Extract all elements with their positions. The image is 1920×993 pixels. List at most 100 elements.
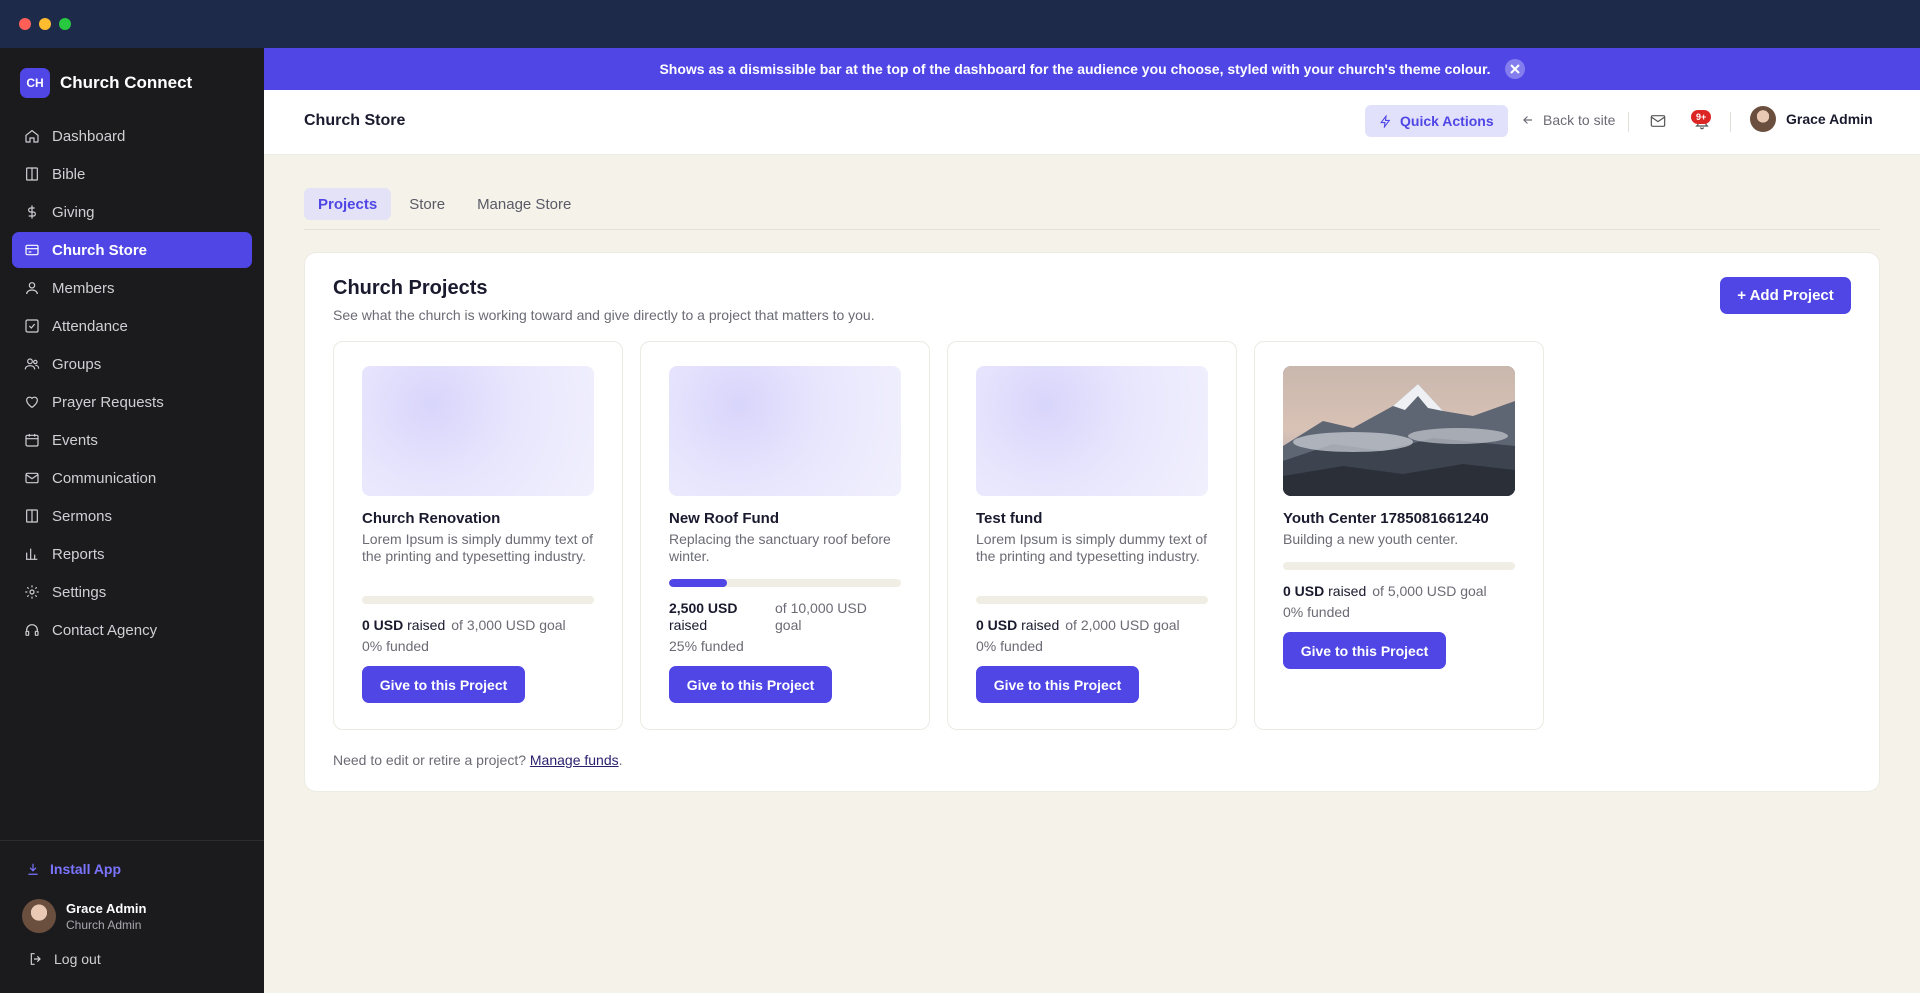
tab-projects[interactable]: Projects — [304, 188, 392, 220]
divider — [1730, 112, 1731, 132]
sidebar-item-label: Communication — [52, 469, 157, 487]
quick-actions-label: Quick Actions — [1400, 113, 1494, 129]
tab-bar: Projects Store Manage Store — [304, 188, 1880, 230]
funded-text: 0% funded — [362, 638, 429, 654]
sidebar-item-label: Sermons — [52, 507, 113, 525]
headphones-icon — [24, 622, 40, 638]
sidebar-user[interactable]: Grace Admin Church Admin — [22, 899, 146, 933]
sidebar-item-contact-agency[interactable]: Contact Agency — [12, 612, 252, 648]
manage-note-end: . — [618, 752, 623, 768]
project-title: Church Renovation — [362, 510, 501, 527]
give-button[interactable]: Give to this Project — [1283, 632, 1446, 669]
project-description: Lorem Ipsum is simply dummy text of the … — [362, 531, 594, 564]
mountain-photo-icon — [1283, 366, 1515, 496]
user-icon — [24, 280, 40, 296]
sidebar-item-dashboard[interactable]: Dashboard — [12, 118, 252, 154]
sidebar-item-reports[interactable]: Reports — [12, 536, 252, 572]
sidebar-item-label: Groups — [52, 355, 102, 373]
raised-label: raised — [669, 617, 708, 633]
window-titlebar — [0, 0, 1920, 48]
manage-funds-link[interactable]: Manage funds — [530, 752, 619, 768]
announcement-text: Shows as a dismissible bar at the top of… — [659, 61, 1491, 77]
top-bar: Church Store Quick Actions Back to site … — [264, 90, 1920, 155]
mail-icon[interactable] — [1650, 114, 1666, 133]
sidebar-item-events[interactable]: Events — [12, 422, 252, 458]
sidebar-item-label: Prayer Requests — [52, 393, 164, 411]
give-button[interactable]: Give to this Project — [976, 666, 1139, 703]
add-project-button[interactable]: + Add Project — [1720, 277, 1851, 314]
raised-row: 0 USD raised of 3,000 USD goal — [362, 617, 598, 633]
project-image-placeholder — [669, 366, 901, 496]
progress-fill — [669, 579, 727, 587]
give-button[interactable]: Give to this Project — [362, 666, 525, 703]
project-card: Test fund Lorem Ipsum is simply dummy te… — [947, 341, 1237, 730]
logout-icon — [30, 953, 41, 965]
tab-manage-store[interactable]: Manage Store — [463, 188, 585, 220]
goal-text: of 10,000 USD goal — [775, 600, 867, 633]
sidebar-item-church-store[interactable]: Church Store — [12, 232, 252, 268]
raised-row: 0 USD raised of 5,000 USD goal — [1283, 583, 1519, 599]
sidebar-item-communication[interactable]: Communication — [12, 460, 252, 496]
project-image-placeholder — [362, 366, 594, 496]
download-icon — [28, 863, 38, 875]
gear-icon — [24, 584, 40, 600]
quick-actions-button[interactable]: Quick Actions — [1365, 105, 1508, 137]
sidebar-item-sermons[interactable]: Sermons — [12, 498, 252, 534]
progress-bar — [669, 579, 901, 587]
sidebar-item-members[interactable]: Members — [12, 270, 252, 306]
avatar — [22, 899, 56, 933]
raised-label: raised — [407, 617, 446, 633]
close-announcement-button[interactable] — [1504, 59, 1525, 79]
close-window-button[interactable] — [19, 18, 31, 30]
close-icon — [1509, 64, 1520, 74]
avatar — [1750, 106, 1776, 132]
brand[interactable]: CH Church Connect — [20, 68, 192, 98]
sidebar-item-label: Events — [52, 431, 98, 449]
logout-button[interactable]: Log out — [28, 951, 101, 967]
project-title: Youth Center 1785081661240 — [1283, 510, 1489, 527]
maximize-window-button[interactable] — [59, 18, 71, 30]
manage-note: Need to edit or retire a project? Manage… — [333, 752, 623, 768]
mail-icon — [24, 470, 40, 486]
notification-badge: 9+ — [1691, 110, 1712, 124]
sidebar-item-label: Members — [52, 279, 115, 297]
sidebar-item-bible[interactable]: Bible — [12, 156, 252, 192]
project-card: Church Renovation Lorem Ipsum is simply … — [333, 341, 623, 730]
manage-note-text: Need to edit or retire a project? — [333, 752, 526, 768]
install-app-button[interactable]: Install App — [26, 861, 121, 877]
sidebar-item-label: Reports — [52, 545, 105, 563]
sidebar-item-groups[interactable]: Groups — [12, 346, 252, 382]
heart-icon — [24, 394, 40, 410]
progress-bar — [362, 596, 594, 604]
sidebar-item-label: Giving — [52, 203, 95, 221]
user-menu[interactable]: Grace Admin — [1750, 106, 1873, 132]
user-name: Grace Admin — [66, 900, 147, 916]
raised-amount: 0 USD — [362, 617, 404, 633]
divider — [1628, 112, 1629, 132]
sidebar-item-prayer-requests[interactable]: Prayer Requests — [12, 384, 252, 420]
brand-logo: CH — [20, 68, 50, 98]
page-title: Church Store — [304, 112, 406, 129]
sidebar-item-giving[interactable]: Giving — [12, 194, 252, 230]
goal-text: of 3,000 USD goal — [451, 617, 566, 633]
users-icon — [24, 356, 40, 372]
back-to-site-link[interactable]: Back to site — [1521, 112, 1615, 128]
sidebar-item-label: Attendance — [52, 317, 128, 335]
project-description: Replacing the sanctuary roof before wint… — [669, 531, 891, 564]
user-role: Church Admin — [66, 917, 142, 932]
project-card: Youth Center 1785081661240 Building a ne… — [1254, 341, 1544, 730]
funded-text: 0% funded — [976, 638, 1043, 654]
sidebar-nav: Dashboard Bible Giving Church Store Memb… — [12, 118, 252, 650]
back-to-site-label: Back to site — [1543, 112, 1616, 128]
funded-text: 25% funded — [669, 638, 744, 654]
tab-store[interactable]: Store — [395, 188, 459, 220]
give-button[interactable]: Give to this Project — [669, 666, 832, 703]
sidebar-item-attendance[interactable]: Attendance — [12, 308, 252, 344]
sidebar-item-settings[interactable]: Settings — [12, 574, 252, 610]
sidebar-item-label: Settings — [52, 583, 107, 601]
raised-amount: 0 USD — [976, 617, 1018, 633]
book-icon — [24, 166, 40, 182]
minimize-window-button[interactable] — [39, 18, 51, 30]
dollar-icon — [24, 204, 40, 220]
main-content: Shows as a dismissible bar at the top of… — [264, 48, 1920, 993]
